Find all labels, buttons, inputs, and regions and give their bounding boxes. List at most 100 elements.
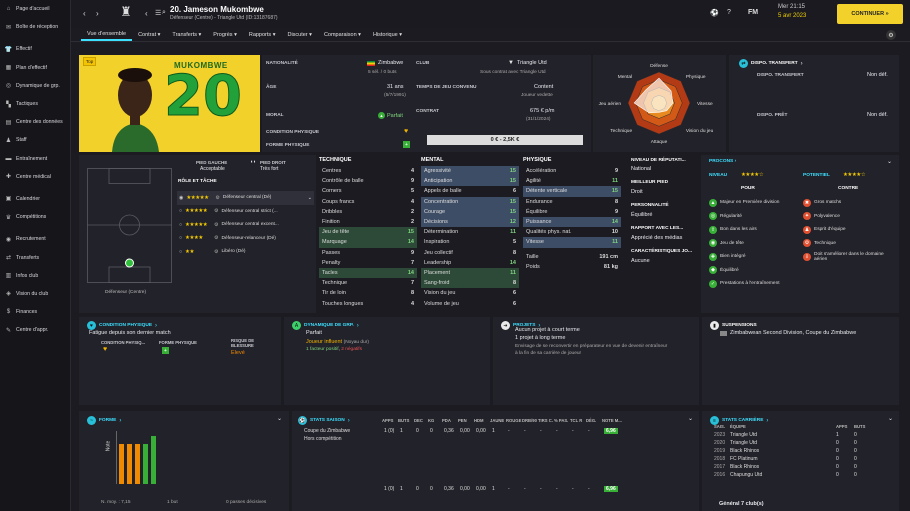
season-col-header[interactable]: DEC — [414, 418, 423, 423]
attribute-row[interactable]: Contrôle de balle 9 — [319, 176, 417, 186]
attribute-row[interactable]: Qualités phys. nat. 10 — [523, 227, 621, 237]
con-item[interactable]: ♟ Esprit d'équipe — [803, 223, 895, 237]
attribute-row[interactable]: Sang-froid 8 — [421, 278, 519, 289]
sidebar-item-vision[interactable]: ◈ Vision du club — [0, 285, 70, 303]
tab-1[interactable]: Contrat ▾ — [132, 30, 166, 40]
season-col-header[interactable]: KG — [428, 418, 434, 423]
attribute-row[interactable]: Technique 7 — [319, 278, 417, 288]
role-item[interactable]: ○ ★★★★★ ⚙ Défenseur central excent... — [177, 218, 314, 232]
pro-item[interactable]: ⇧ Bon dans les airs — [709, 223, 801, 237]
attribute-row[interactable]: Vitesse 11 — [523, 237, 621, 248]
form-bar[interactable] — [127, 443, 132, 484]
attribute-row[interactable]: Centres 4 — [319, 166, 417, 176]
sidebar-item-group[interactable]: ◎ Dynamique de grp. — [0, 77, 70, 95]
attribute-row[interactable]: Coups francs 4 — [319, 197, 417, 207]
career-row[interactable]: 2018 FC Platinum 0 0 — [708, 456, 893, 464]
sidebar-item-scout[interactable]: ◉ Recrutement — [0, 230, 70, 248]
season-col-header[interactable]: DÉG. — [586, 418, 596, 423]
role-item[interactable]: ○ ★★ ⚙ Libéro (Dé) — [177, 245, 314, 259]
form-bar[interactable] — [135, 443, 140, 484]
club-crest-icon[interactable]: ♜ — [119, 4, 133, 22]
pro-item[interactable]: ◆ Équilibré — [709, 264, 801, 278]
attribute-row[interactable]: Passes 9 — [319, 248, 417, 258]
attribute-row[interactable]: Dribbles 2 — [319, 207, 417, 217]
attribute-row[interactable]: Tacles 14 — [319, 267, 417, 279]
attribute-row[interactable]: Accélération 9 — [523, 166, 621, 176]
attribute-row[interactable]: Marquage 14 — [319, 237, 417, 248]
attribute-row[interactable]: Anticipation 15 — [421, 176, 519, 187]
season-col-header[interactable]: HDM — [474, 418, 484, 423]
role-item[interactable]: ○ ★★★★★ ⚙ Défenseur central strict (... — [177, 205, 314, 219]
con-item[interactable]: ⇩ Doit s'améliorer dans le domaine aérien — [803, 250, 895, 264]
sidebar-item-staff[interactable]: ♟ Staff — [0, 131, 70, 149]
role-item[interactable]: ◉ ★★★★★ ⚙ Défenseur central (Dé) ⌄ — [177, 191, 314, 205]
season-col-header[interactable]: NOTE M... — [602, 418, 622, 423]
attribute-row[interactable]: Courage 15 — [421, 206, 519, 217]
tab-7[interactable]: Historique ▾ — [367, 30, 408, 40]
attribute-row[interactable]: Agilité 11 — [523, 176, 621, 186]
procons-title[interactable]: PROCONS › — [709, 159, 736, 164]
attribute-row[interactable]: Équilibre 9 — [523, 207, 621, 217]
condition-header[interactable]: ♥ CONDITION PHYSIQUE › — [87, 321, 157, 330]
con-item[interactable]: ✖ Gros matchs — [803, 196, 895, 210]
sidebar-item-calendar[interactable]: ▣ Calendrier — [0, 190, 70, 208]
sidebar-item-plan[interactable]: ▦ Plan d'effectif — [0, 59, 70, 77]
season-col-header[interactable]: TIRS C. — [538, 418, 553, 423]
con-item[interactable]: ⚙ Technique — [803, 237, 895, 251]
search-icon[interactable]: ⌕ — [162, 9, 166, 17]
tab-2[interactable]: Transferts ▾ — [166, 30, 207, 40]
attribute-row[interactable]: Appels de balle 6 — [421, 186, 519, 196]
career-col-header[interactable]: APPS — [836, 424, 847, 429]
sidebar-item-finance[interactable]: $ Finances — [0, 303, 70, 321]
career-row[interactable]: 2017 Black Rhinos 0 0 — [708, 464, 893, 472]
con-item[interactable]: ✦ Polyvalence — [803, 210, 895, 224]
chevron-down-icon[interactable]: ⌄ — [887, 158, 892, 165]
career-col-header[interactable]: BUTS — [854, 424, 865, 429]
club-value[interactable]: ▼ Triangle Utd — [508, 60, 547, 66]
sidebar-item-shirt[interactable]: 👕 Effectif — [0, 40, 70, 58]
form-bar[interactable] — [143, 443, 148, 484]
list-icon[interactable]: ☰ — [155, 9, 161, 17]
season-col-header[interactable]: BUTS — [398, 418, 409, 423]
career-row[interactable]: 2016 Chapungu Utd 0 0 — [708, 472, 893, 480]
sidebar-item-transfer[interactable]: ⇄ Transferts — [0, 248, 70, 266]
sidebar-item-inbox[interactable]: ✉ Boîte de réception — [0, 18, 70, 36]
pro-item[interactable]: ✓ Prestations à l'entraînement — [709, 277, 801, 291]
prev-player-icon[interactable]: ‹ — [145, 9, 148, 18]
tab-0[interactable]: Vue d'ensemble — [81, 29, 133, 41]
fm-menu[interactable]: FM — [748, 9, 758, 16]
attribute-row[interactable]: Inspiration 5 — [421, 237, 519, 247]
pro-item[interactable]: ◉ Jeu de tête — [709, 237, 801, 251]
career-row[interactable]: 2019 Black Rhinos 0 0 — [708, 448, 893, 456]
attribute-row[interactable]: Jeu de tête 15 — [319, 227, 417, 238]
sidebar-item-training[interactable]: ▬ Entraînement — [0, 150, 70, 168]
form-bar[interactable] — [119, 443, 124, 484]
continue-button[interactable]: CONTINUER » — [837, 4, 903, 24]
nationality-value[interactable]: Zimbabwe — [367, 60, 403, 66]
season-row[interactable]: Hors compétition — [298, 436, 696, 444]
pro-item[interactable]: ✚ Bien intégré — [709, 250, 801, 264]
sidebar-item-home[interactable]: ⌂ Page d'accueil — [0, 0, 70, 18]
value-bar[interactable]: 0 € - 2,5K € — [427, 135, 583, 145]
season-col-header[interactable]: PEN — [458, 418, 467, 423]
chevron-down-icon[interactable]: ⌄ — [277, 415, 282, 422]
sidebar-item-learn[interactable]: ✎ Centre d'appr. — [0, 321, 70, 339]
attribute-row[interactable]: Agressivité 15 — [421, 166, 519, 177]
sidebar-item-tactics[interactable]: ▚ Tactiques — [0, 95, 70, 113]
attribute-row[interactable]: Volume de jeu 6 — [421, 298, 519, 308]
chevron-down-icon[interactable]: ⌄ — [888, 415, 893, 422]
attribute-row[interactable]: Penalty 7 — [319, 258, 417, 268]
sidebar-item-data[interactable]: ▤ Centre des données — [0, 113, 70, 131]
tab-5[interactable]: Discuter ▾ — [281, 30, 317, 40]
attribute-row[interactable]: Corners 5 — [319, 186, 417, 196]
sidebar-item-trophy[interactable]: ♛ Compétitions — [0, 208, 70, 226]
tab-6[interactable]: Comparaison ▾ — [318, 30, 367, 40]
career-col-header[interactable]: ÉQUIPE — [730, 424, 746, 429]
attribute-row[interactable]: Endurance 8 — [523, 197, 621, 207]
sidebar-item-medical[interactable]: ✚ Centre médical — [0, 168, 70, 186]
attribute-row[interactable]: Jeu collectif 8 — [421, 248, 519, 258]
attribute-row[interactable]: Puissance 14 — [523, 216, 621, 228]
attribute-radar[interactable]: Défense Physique Vitesse Vision du jeu Attaq… — [593, 55, 726, 152]
attribute-row[interactable]: Finition 2 — [319, 217, 417, 227]
attribute-row[interactable]: Vision du jeu 6 — [421, 288, 519, 298]
